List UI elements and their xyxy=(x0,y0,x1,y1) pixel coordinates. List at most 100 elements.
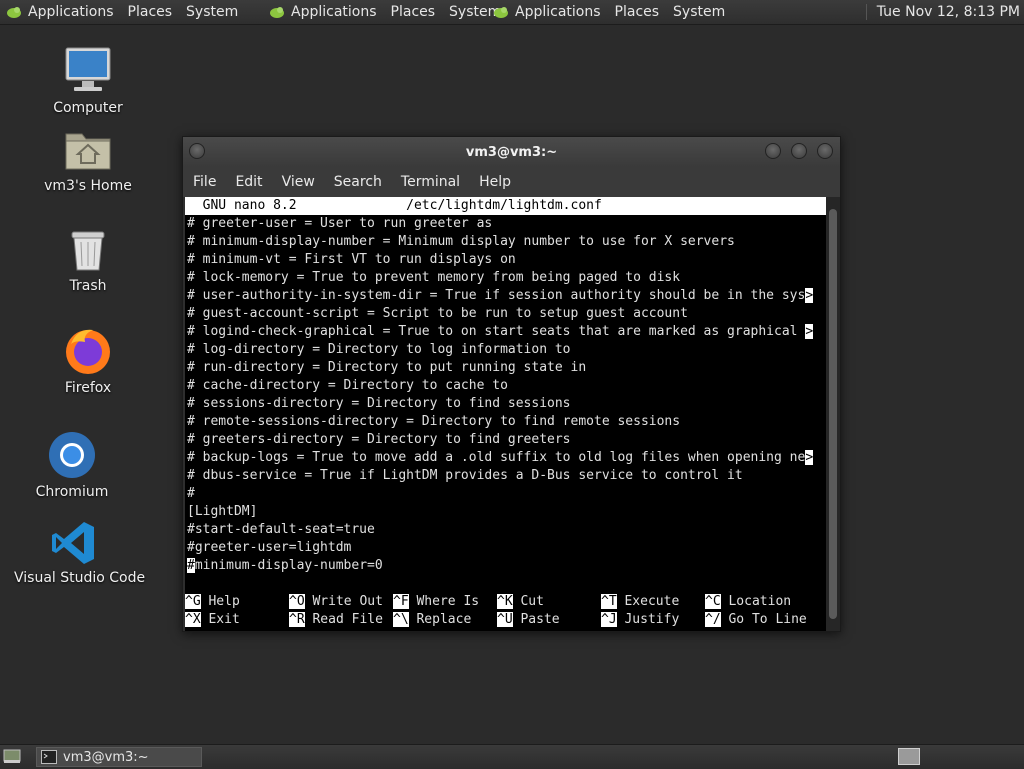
desktop-icon-label: Trash xyxy=(69,278,107,294)
terminal-scrollbar[interactable] xyxy=(826,197,840,631)
shortcut-label: Execute xyxy=(624,594,680,609)
nano-line: # cache-directory = Directory to cache t… xyxy=(185,377,826,395)
shortcut-label: Exit xyxy=(208,612,240,627)
places-menu[interactable]: Places xyxy=(391,4,436,20)
nano-shortcut[interactable]: ^X Exit xyxy=(185,611,240,629)
places-menu[interactable]: Places xyxy=(128,4,173,20)
applications-menu[interactable]: Applications xyxy=(28,4,114,20)
vscode-icon xyxy=(52,522,94,564)
places-menu[interactable]: Places xyxy=(615,4,660,20)
terminal-content[interactable]: GNU nano 8.2 /etc/lightdm/lightdm.conf #… xyxy=(185,197,826,631)
line-text: # backup-logs = True to move add a .old … xyxy=(187,450,806,465)
shortcut-label: Cut xyxy=(520,594,544,609)
nano-line: # dbus-service = True if LightDM provide… xyxy=(185,467,826,485)
line-text: # logind-check-graphical = True to on st… xyxy=(187,324,806,339)
system-menu[interactable]: System xyxy=(186,4,238,20)
nano-shortcut[interactable]: ^U Paste xyxy=(497,611,560,629)
nano-line: # backup-logs = True to move add a .old … xyxy=(185,449,826,467)
nano-line: # xyxy=(185,485,826,503)
nano-shortcut[interactable]: ^/ Go To Line xyxy=(705,611,807,629)
nano-line: # logind-check-graphical = True to on st… xyxy=(185,323,826,341)
shortcut-key: ^O xyxy=(289,594,305,609)
shortcut-key: ^T xyxy=(601,594,617,609)
distro-logo-icon[interactable] xyxy=(493,4,509,20)
nano-shortcut[interactable]: ^K Cut xyxy=(497,593,544,611)
window-title: vm3@vm3:~ xyxy=(465,145,558,160)
shortcut-label: Write Out xyxy=(312,594,383,609)
shortcut-key: ^J xyxy=(601,612,617,627)
nano-line: # greeter-user = User to run greeter as xyxy=(185,215,826,233)
line-text: # guest-account-script = Script to be ru… xyxy=(187,306,688,321)
nano-shortcut[interactable]: ^O Write Out xyxy=(289,593,383,611)
line-truncation-marker: > xyxy=(805,324,814,339)
line-text: # greeters-directory = Directory to find… xyxy=(187,432,571,447)
firefox-icon xyxy=(66,329,110,374)
shortcut-key: ^X xyxy=(185,612,201,627)
taskbar-item-terminal[interactable]: vm3@vm3:~ xyxy=(36,747,202,767)
menu-view[interactable]: View xyxy=(282,174,315,190)
bottom-panel: vm3@vm3:~ xyxy=(0,744,1024,769)
menu-search[interactable]: Search xyxy=(334,174,382,190)
menu-edit[interactable]: Edit xyxy=(235,174,262,190)
nano-line: # minimum-vt = First VT to run displays … xyxy=(185,251,826,269)
line-text: # log-directory = Directory to log infor… xyxy=(187,342,571,357)
workspace-switcher[interactable] xyxy=(898,748,920,765)
system-menu[interactable]: System xyxy=(673,4,725,20)
applications-menu[interactable]: Applications xyxy=(291,4,377,20)
line-text: #start-default-seat=true xyxy=(187,522,375,537)
scrollbar-thumb[interactable] xyxy=(829,209,837,619)
terminal-icon xyxy=(41,750,57,764)
shortcut-label: Paste xyxy=(520,612,560,627)
nano-shortcut[interactable]: ^J Justify xyxy=(601,611,679,629)
computer-icon xyxy=(65,47,111,91)
terminal-window: vm3@vm3:~ File Edit View Search Terminal Help… xyxy=(182,136,841,632)
desktop-icon-home[interactable]: vm3's Home xyxy=(28,126,148,194)
desktop-icon-computer[interactable]: Computer xyxy=(28,44,148,116)
distro-logo-icon[interactable] xyxy=(269,4,285,20)
nano-line: # run-directory = Directory to put runni… xyxy=(185,359,826,377)
window-titlebar[interactable]: vm3@vm3:~ xyxy=(183,137,840,167)
terminal-menubar: File Edit View Search Terminal Help xyxy=(183,167,840,197)
line-truncation-marker: > xyxy=(805,288,814,303)
nano-shortcuts-row-1: ^G Help ^O Write Out ^F Where Is ^K Cut ^T E… xyxy=(185,593,826,611)
nano-shortcut[interactable]: ^T Execute xyxy=(601,593,679,611)
shortcut-label: Where Is xyxy=(416,594,480,609)
nano-line: # greeters-directory = Directory to find… xyxy=(185,431,826,449)
distro-logo-icon[interactable] xyxy=(6,4,22,20)
nano-line: #start-default-seat=true xyxy=(185,521,826,539)
nano-shortcut[interactable]: ^\ Replace xyxy=(393,611,471,629)
desktop-icon-firefox[interactable]: Firefox xyxy=(28,326,148,396)
shortcut-key: ^R xyxy=(289,612,305,627)
nano-shortcut[interactable]: ^R Read File xyxy=(289,611,383,629)
nano-line: # remote-sessions-directory = Directory … xyxy=(185,413,826,431)
shortcut-label: Location xyxy=(728,594,792,609)
maximize-button[interactable] xyxy=(791,143,807,159)
nano-shortcut[interactable]: ^C Location xyxy=(705,593,791,611)
close-button[interactable] xyxy=(817,143,833,159)
nano-shortcut[interactable]: ^F Where Is xyxy=(393,593,479,611)
applications-menu[interactable]: Applications xyxy=(515,4,601,20)
nano-line: # sessions-directory = Directory to find… xyxy=(185,395,826,413)
panel-clock[interactable]: Tue Nov 12, 8:13 PM xyxy=(865,0,1020,24)
desktop-icon-label: Computer xyxy=(53,100,123,116)
minimize-button[interactable] xyxy=(765,143,781,159)
panel-menu-group-1: Applications Places System xyxy=(6,0,252,24)
menu-file[interactable]: File xyxy=(193,174,216,190)
desktop-icon-vscode[interactable]: Visual Studio Code xyxy=(14,520,146,586)
line-text: # minimum-vt = First VT to run displays … xyxy=(187,252,516,267)
panel-separator xyxy=(865,4,867,20)
desktop-icon-label: Chromium xyxy=(35,484,109,500)
nano-buffer[interactable]: # greeter-user = User to run greeter as #… xyxy=(185,215,826,557)
nano-shortcuts-row-2: ^X Exit ^R Read File ^\ Replace ^U Paste ^J … xyxy=(185,611,826,629)
nano-shortcut[interactable]: ^G Help xyxy=(185,593,240,611)
line-text: # greeter-user = User to run greeter as xyxy=(187,216,493,231)
desktop-icon-chromium[interactable]: Chromium xyxy=(12,430,132,500)
top-panel: Applications Places System Applications … xyxy=(0,0,1024,25)
desktop-icon-label: Visual Studio Code xyxy=(14,570,146,586)
line-text: # lock-memory = True to prevent memory f… xyxy=(187,270,681,285)
shortcut-key: ^/ xyxy=(705,612,721,627)
menu-terminal[interactable]: Terminal xyxy=(401,174,460,190)
menu-help[interactable]: Help xyxy=(479,174,511,190)
desktop-icon-trash[interactable]: Trash xyxy=(28,228,148,294)
show-desktop-icon[interactable] xyxy=(3,749,21,764)
